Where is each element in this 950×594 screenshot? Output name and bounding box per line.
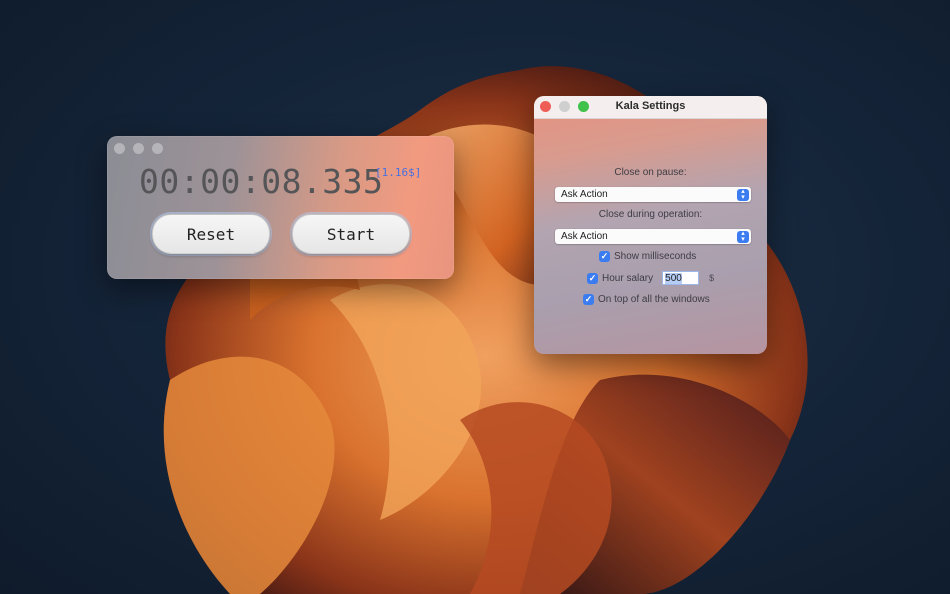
show-milliseconds-checkbox[interactable]: ✓ (599, 251, 610, 262)
minimize-window-button[interactable] (133, 143, 144, 154)
chevron-up-down-icon: ▴ ▾ (737, 230, 749, 243)
elapsed-time-display: 00:00:08.335 (139, 162, 384, 201)
close-on-pause-select[interactable]: Ask Action ▴ ▾ (555, 187, 751, 202)
desktop-wallpaper (0, 0, 950, 594)
settings-window: Kala Settings Close on pause: Ask Action… (534, 96, 767, 354)
on-top-label: On top of all the windows (598, 294, 710, 305)
timer-window: 00:00:08.335 [1.16$] Reset Start (107, 136, 454, 279)
close-during-operation-value: Ask Action (561, 231, 608, 242)
hour-salary-input[interactable]: 500 (662, 271, 700, 285)
zoom-window-button[interactable] (152, 143, 163, 154)
show-milliseconds-option: ✓ Show milliseconds (599, 251, 696, 262)
on-top-option: ✓ On top of all the windows (583, 294, 710, 305)
close-during-operation-select[interactable]: Ask Action ▴ ▾ (555, 229, 751, 244)
settings-window-title: Kala Settings (615, 100, 686, 112)
reset-button[interactable]: Reset (152, 214, 270, 254)
start-button[interactable]: Start (292, 214, 410, 254)
currency-label: $ (709, 273, 715, 283)
checkmark-icon: ✓ (600, 251, 609, 261)
settings-titlebar: Kala Settings (534, 96, 767, 119)
checkmark-icon: ✓ (588, 272, 597, 283)
close-window-button[interactable] (114, 143, 125, 154)
window-controls (114, 143, 163, 154)
hour-salary-option: ✓ Hour salary 500 $ (587, 271, 714, 285)
hour-salary-value: 500 (665, 273, 682, 284)
hour-salary-checkbox[interactable]: ✓ (587, 272, 598, 284)
on-top-checkbox[interactable]: ✓ (583, 294, 594, 305)
close-during-operation-label: Close during operation: (598, 209, 703, 220)
close-on-pause-value: Ask Action (561, 189, 608, 200)
checkmark-icon: ✓ (584, 294, 593, 304)
chevron-up-down-icon: ▴ ▾ (737, 188, 749, 201)
show-milliseconds-label: Show milliseconds (614, 251, 697, 262)
hour-salary-label: Hour salary (602, 272, 654, 284)
close-on-pause-label: Close on pause: (614, 167, 687, 178)
earned-salary-badge: [1.16$] (375, 166, 422, 179)
